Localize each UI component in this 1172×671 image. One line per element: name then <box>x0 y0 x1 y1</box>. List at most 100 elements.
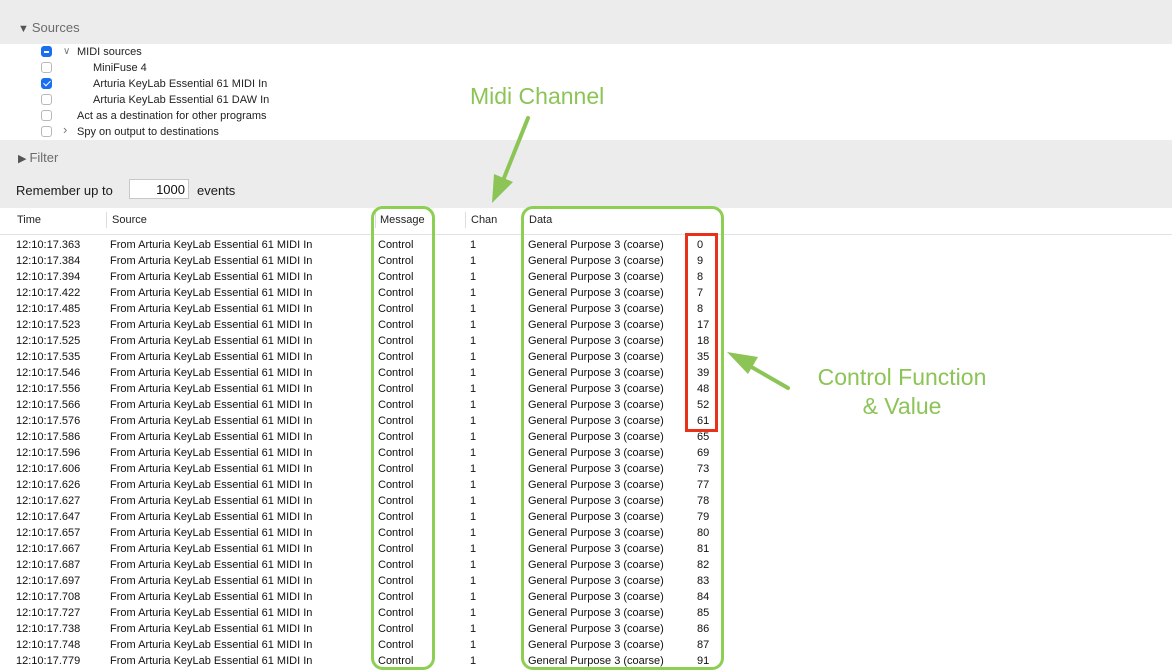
table-row[interactable]: 12:10:17.556 From Arturia KeyLab Essentia… <box>0 381 1172 397</box>
cell-data: General Purpose 3 (coarse) <box>528 271 664 283</box>
table-row[interactable]: 12:10:17.586 From Arturia KeyLab Essentia… <box>0 429 1172 445</box>
column-divider[interactable] <box>523 212 524 228</box>
source-item-label: Arturia KeyLab Essential 61 DAW In <box>93 94 270 106</box>
cell-value: 52 <box>697 399 710 411</box>
cell-chan: 1 <box>470 383 477 395</box>
cell-message: Control <box>378 367 414 379</box>
cell-message: Control <box>378 335 414 347</box>
source-checkbox[interactable] <box>41 126 52 137</box>
table-row[interactable]: 12:10:17.657 From Arturia KeyLab Essentia… <box>0 525 1172 541</box>
table-row[interactable]: 12:10:17.535 From Arturia KeyLab Essentia… <box>0 349 1172 365</box>
cell-value: 48 <box>697 383 710 395</box>
cell-message: Control <box>378 655 414 667</box>
cell-time: 12:10:17.394 <box>16 271 81 283</box>
table-row[interactable]: 12:10:17.596 From Arturia KeyLab Essentia… <box>0 445 1172 461</box>
cell-value: 78 <box>697 495 710 507</box>
table-row[interactable]: 12:10:17.606 From Arturia KeyLab Essentia… <box>0 461 1172 477</box>
cell-chan: 1 <box>470 543 477 555</box>
table-row[interactable]: 12:10:17.748 From Arturia KeyLab Essentia… <box>0 637 1172 653</box>
source-checkbox[interactable] <box>41 94 52 105</box>
cell-data: General Purpose 3 (coarse) <box>528 607 664 619</box>
source-checkbox[interactable] <box>41 46 52 57</box>
cell-chan: 1 <box>470 495 477 507</box>
cell-data: General Purpose 3 (coarse) <box>528 639 664 651</box>
cell-source: From Arturia KeyLab Essential 61 MIDI In <box>110 575 313 587</box>
sources-disclosure[interactable]: ▼ Sources <box>18 20 80 35</box>
cell-time: 12:10:17.697 <box>16 575 81 587</box>
cell-data: General Purpose 3 (coarse) <box>528 527 664 539</box>
column-header-message[interactable]: Message <box>380 214 425 226</box>
table-row[interactable]: 12:10:17.647 From Arturia KeyLab Essentia… <box>0 509 1172 525</box>
column-divider[interactable] <box>106 212 107 228</box>
cell-data: General Purpose 3 (coarse) <box>528 623 664 635</box>
source-item-label: Arturia KeyLab Essential 61 MIDI In <box>93 78 268 90</box>
table-row[interactable]: 12:10:17.667 From Arturia KeyLab Essentia… <box>0 541 1172 557</box>
table-row[interactable]: 12:10:17.363 From Arturia KeyLab Essentia… <box>0 237 1172 253</box>
cell-time: 12:10:17.485 <box>16 303 81 315</box>
cell-data: General Purpose 3 (coarse) <box>528 463 664 475</box>
table-row[interactable]: 12:10:17.738 From Arturia KeyLab Essentia… <box>0 621 1172 637</box>
cell-value: 79 <box>697 511 710 523</box>
column-header-chan[interactable]: Chan <box>471 214 497 226</box>
sources-header-bar <box>0 0 1172 44</box>
table-row[interactable]: 12:10:17.576 From Arturia KeyLab Essentia… <box>0 413 1172 429</box>
table-row[interactable]: 12:10:17.394 From Arturia KeyLab Essentia… <box>0 269 1172 285</box>
cell-value: 39 <box>697 367 710 379</box>
cell-time: 12:10:17.525 <box>16 335 81 347</box>
cell-value: 8 <box>697 303 704 315</box>
column-divider[interactable] <box>465 212 466 228</box>
cell-chan: 1 <box>470 591 477 603</box>
source-checkbox[interactable] <box>41 78 52 89</box>
table-row[interactable]: 12:10:17.727 From Arturia KeyLab Essentia… <box>0 605 1172 621</box>
table-row[interactable]: 12:10:17.779 From Arturia KeyLab Essentia… <box>0 653 1172 669</box>
table-row[interactable]: 12:10:17.523 From Arturia KeyLab Essentia… <box>0 317 1172 333</box>
cell-time: 12:10:17.363 <box>16 239 81 251</box>
cell-data: General Purpose 3 (coarse) <box>528 255 664 267</box>
source-checkbox[interactable] <box>41 62 52 73</box>
table-row[interactable]: 12:10:17.384 From Arturia KeyLab Essentia… <box>0 253 1172 269</box>
table-row[interactable]: 12:10:17.485 From Arturia KeyLab Essentia… <box>0 301 1172 317</box>
cell-source: From Arturia KeyLab Essential 61 MIDI In <box>110 319 313 331</box>
cell-message: Control <box>378 575 414 587</box>
chevron-down-icon[interactable]: ∨ <box>63 44 70 60</box>
cell-message: Control <box>378 511 414 523</box>
column-header-time[interactable]: Time <box>17 214 41 226</box>
table-row[interactable]: 12:10:17.687 From Arturia KeyLab Essentia… <box>0 557 1172 573</box>
cell-message: Control <box>378 495 414 507</box>
column-header-data[interactable]: Data <box>529 214 552 226</box>
filter-disclosure[interactable]: ▶ Filter <box>18 150 58 165</box>
cell-time: 12:10:17.535 <box>16 351 81 363</box>
cell-chan: 1 <box>470 367 477 379</box>
cell-source: From Arturia KeyLab Essential 61 MIDI In <box>110 431 313 443</box>
cell-message: Control <box>378 303 414 315</box>
cell-chan: 1 <box>470 287 477 299</box>
column-divider[interactable] <box>375 212 376 228</box>
cell-chan: 1 <box>470 575 477 587</box>
table-row[interactable]: 12:10:17.566 From Arturia KeyLab Essentia… <box>0 397 1172 413</box>
table-row[interactable]: 12:10:17.627 From Arturia KeyLab Essentia… <box>0 493 1172 509</box>
table-row[interactable]: 12:10:17.525 From Arturia KeyLab Essentia… <box>0 333 1172 349</box>
cell-data: General Purpose 3 (coarse) <box>528 287 664 299</box>
table-row[interactable]: 12:10:17.708 From Arturia KeyLab Essentia… <box>0 589 1172 605</box>
cell-data: General Purpose 3 (coarse) <box>528 495 664 507</box>
cell-time: 12:10:17.687 <box>16 559 81 571</box>
chevron-right-icon[interactable]: › <box>63 122 67 138</box>
cell-time: 12:10:17.556 <box>16 383 81 395</box>
table-row[interactable]: 12:10:17.422 From Arturia KeyLab Essentia… <box>0 285 1172 301</box>
cell-message: Control <box>378 271 414 283</box>
source-checkbox[interactable] <box>41 110 52 121</box>
column-header-source[interactable]: Source <box>112 214 147 226</box>
cell-data: General Purpose 3 (coarse) <box>528 655 664 667</box>
cell-source: From Arturia KeyLab Essential 61 MIDI In <box>110 367 313 379</box>
cell-value: 87 <box>697 639 710 651</box>
table-row[interactable]: 12:10:17.546 From Arturia KeyLab Essentia… <box>0 365 1172 381</box>
cell-source: From Arturia KeyLab Essential 61 MIDI In <box>110 303 313 315</box>
table-row[interactable]: 12:10:17.697 From Arturia KeyLab Essentia… <box>0 573 1172 589</box>
table-row[interactable]: 12:10:17.626 From Arturia KeyLab Essentia… <box>0 477 1172 493</box>
cell-message: Control <box>378 399 414 411</box>
cell-chan: 1 <box>470 479 477 491</box>
annotation-control-function-line2: & Value <box>862 393 942 419</box>
cell-value: 61 <box>697 415 710 427</box>
remember-count-input[interactable] <box>129 179 189 199</box>
cell-time: 12:10:17.606 <box>16 463 81 475</box>
